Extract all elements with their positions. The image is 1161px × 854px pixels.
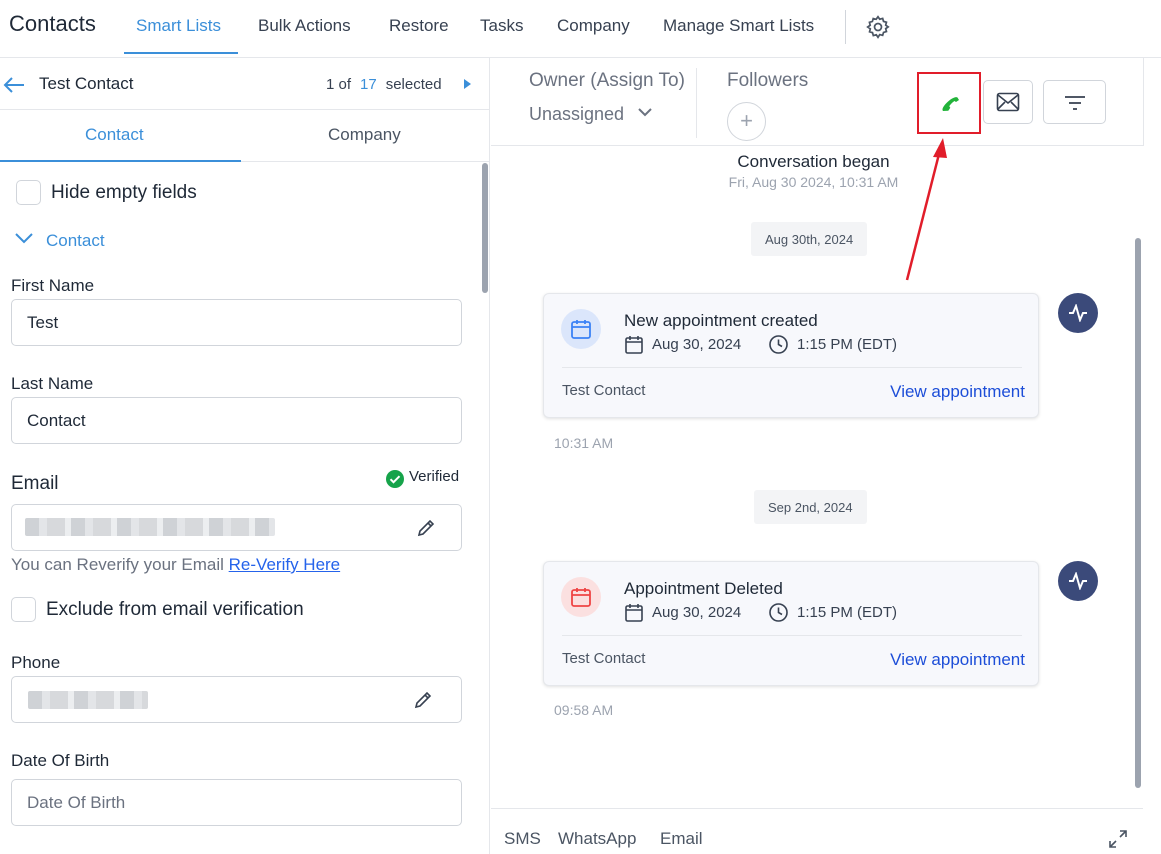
view-appointment-link[interactable]: View appointment <box>890 382 1025 402</box>
gear-icon[interactable] <box>865 14 891 40</box>
nav-tab-restore[interactable]: Restore <box>389 16 449 36</box>
channel-whatsapp[interactable]: WhatsApp <box>558 829 636 849</box>
contact-subtabs: Contact Company <box>0 110 489 162</box>
edit-phone-icon[interactable] <box>413 690 433 710</box>
contact-section-toggle[interactable]: Contact <box>46 231 105 251</box>
owner-select[interactable]: Unassigned <box>529 104 624 125</box>
nav-tab-company[interactable]: Company <box>557 16 630 36</box>
nav-divider <box>845 10 846 44</box>
filter-button[interactable] <box>1043 80 1106 124</box>
email-redacted <box>25 518 275 536</box>
event-contact: Test Contact <box>562 382 646 399</box>
subtab-contact[interactable]: Contact <box>85 125 144 145</box>
event-time: 1:15 PM (EDT) <box>797 604 898 621</box>
contact-header: Test Contact 1 of 17 selected <box>0 58 489 110</box>
calendar-icon <box>561 309 601 349</box>
exclude-verification-checkbox[interactable] <box>11 597 36 622</box>
dob-label: Date Of Birth <box>11 751 110 770</box>
conversation-scrollbar[interactable] <box>1135 238 1141 788</box>
reverify-prompt: You can Reverify your Email <box>11 555 224 574</box>
pager-total[interactable]: 17 <box>360 76 377 93</box>
date-chip: Aug 30th, 2024 <box>751 222 868 256</box>
appointment-created-card: New appointment created Aug 30, 2024 1:1… <box>543 293 1039 418</box>
event-title: New appointment created <box>624 311 818 330</box>
header-right-edge <box>1143 58 1144 146</box>
nav-tab-bulk-actions[interactable]: Bulk Actions <box>258 16 351 36</box>
message-timestamp: 10:31 AM <box>554 435 614 451</box>
reverify-link[interactable]: Re-Verify Here <box>229 555 340 574</box>
card-divider <box>562 367 1022 368</box>
event-contact: Test Contact <box>562 650 646 667</box>
hide-empty-checkbox[interactable] <box>16 180 41 205</box>
followers-label: Followers <box>727 70 809 91</box>
calendar-small-icon <box>625 604 643 622</box>
clock-icon <box>769 335 788 354</box>
contact-name: Test Contact <box>39 74 134 93</box>
chevron-down-icon[interactable] <box>637 106 653 118</box>
top-nav: Contacts Smart Lists Bulk Actions Restor… <box>0 0 1161 58</box>
nav-active-indicator <box>124 52 238 54</box>
conversation-header: Owner (Assign To) Unassigned Followers + <box>491 58 1143 146</box>
card-divider <box>562 635 1022 636</box>
owner-label: Owner (Assign To) <box>529 70 685 91</box>
nav-tab-tasks[interactable]: Tasks <box>480 16 523 36</box>
clock-icon <box>769 603 788 622</box>
contact-details-panel: Test Contact 1 of 17 selected Contact Comp… <box>0 58 490 854</box>
reverify-text: You can Reverify your Email Re-Verify He… <box>11 555 340 575</box>
view-appointment-link[interactable]: View appointment <box>890 650 1025 670</box>
app-title: Contacts <box>9 11 96 36</box>
last-name-input[interactable]: Contact <box>11 397 462 444</box>
email-button[interactable] <box>983 80 1033 124</box>
activity-icon <box>1058 293 1098 333</box>
mail-icon <box>996 92 1020 112</box>
event-title: Appointment Deleted <box>624 579 783 598</box>
pager: 1 of 17 selected <box>326 76 442 93</box>
conversation-panel: Owner (Assign To) Unassigned Followers +… <box>491 58 1161 854</box>
exclude-verification-label: Exclude from email verification <box>46 599 304 620</box>
add-follower-button[interactable]: + <box>727 102 766 141</box>
calendar-icon <box>561 577 601 617</box>
hide-empty-label: Hide empty fields <box>51 182 197 203</box>
first-name-label: First Name <box>11 276 95 295</box>
phone-redacted <box>28 691 148 709</box>
verified-badge: Verified <box>409 468 460 485</box>
back-arrow-icon[interactable] <box>2 74 26 96</box>
nav-tab-manage-smart-lists[interactable]: Manage Smart Lists <box>663 16 814 36</box>
filter-icon <box>1065 96 1085 110</box>
email-label: Email <box>11 473 59 494</box>
calendar-small-icon <box>625 336 643 354</box>
dob-input[interactable]: Date Of Birth <box>11 779 462 826</box>
expand-icon[interactable] <box>1108 829 1128 849</box>
subtab-active-indicator <box>0 160 241 162</box>
edit-email-icon[interactable] <box>416 518 436 538</box>
event-time: 1:15 PM (EDT) <box>797 336 898 353</box>
next-contact-icon[interactable] <box>462 78 472 90</box>
appointment-deleted-card: Appointment Deleted Aug 30, 2024 1:15 PM… <box>543 561 1039 686</box>
nav-tab-smart-lists[interactable]: Smart Lists <box>136 16 221 36</box>
activity-icon <box>1058 561 1098 601</box>
chevron-down-icon[interactable] <box>14 231 34 245</box>
phone-input[interactable] <box>11 676 462 723</box>
date-chip: Sep 2nd, 2024 <box>754 490 867 524</box>
first-name-input[interactable]: Test <box>11 299 462 346</box>
left-scrollbar[interactable] <box>482 163 488 293</box>
composer-bar: SMS WhatsApp Email <box>491 808 1143 854</box>
subtab-company[interactable]: Company <box>328 125 401 145</box>
verified-check-icon <box>386 470 404 488</box>
call-button-highlight <box>917 72 981 134</box>
channel-email[interactable]: Email <box>660 829 703 849</box>
channel-sms[interactable]: SMS <box>504 829 541 849</box>
message-timestamp: 09:58 AM <box>554 702 614 718</box>
last-name-label: Last Name <box>11 374 94 393</box>
pager-suffix: selected <box>385 76 442 93</box>
pager-prefix: 1 of <box>326 76 352 93</box>
conversation-began-title: Conversation began <box>737 152 890 171</box>
email-input[interactable] <box>11 504 462 551</box>
phone-label: Phone <box>11 653 61 672</box>
conversation-began-time: Fri, Aug 30 2024, 10:31 AM <box>728 174 899 190</box>
event-date: Aug 30, 2024 <box>652 604 742 621</box>
event-date: Aug 30, 2024 <box>652 336 742 353</box>
header-divider <box>696 68 697 138</box>
